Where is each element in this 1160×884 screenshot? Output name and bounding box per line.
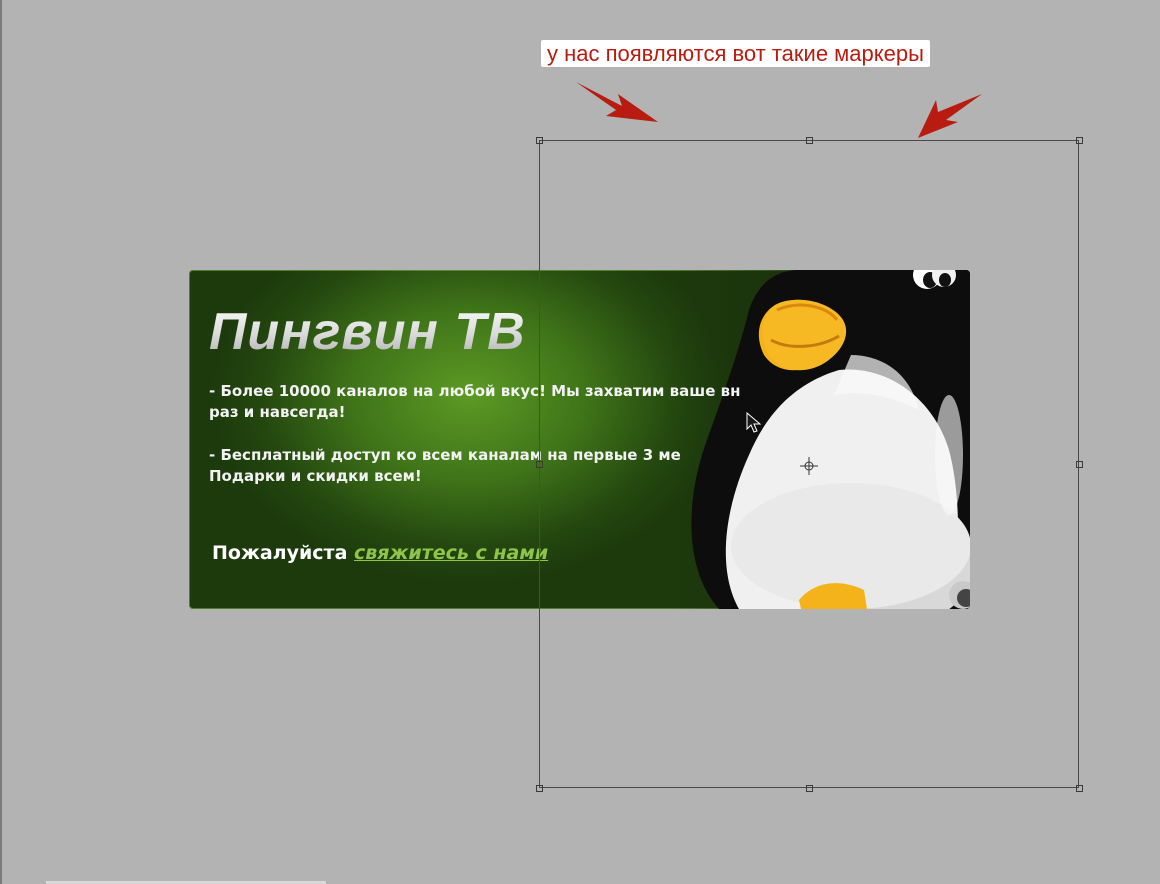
handle-middle-right-icon[interactable] (1076, 461, 1083, 468)
handle-bottom-right-icon[interactable] (1076, 785, 1083, 792)
banner-title: Пингвин ТВ (209, 303, 526, 361)
banner-contact: Пожалуйста свяжитесь с нами (212, 542, 548, 564)
handle-bottom-left-icon[interactable] (536, 785, 543, 792)
pivot-icon[interactable] (800, 457, 818, 475)
banner-image[interactable]: Пингвин ТВ - Более 10000 каналов на любо… (189, 270, 970, 609)
handle-middle-left-icon[interactable] (536, 461, 543, 468)
canvas-left-edge (0, 0, 2, 884)
annotation-caption: у нас появляются вот такие маркеры (541, 40, 930, 67)
banner-line-channels: - Более 10000 каналов на любой вкус! Мы … (209, 382, 741, 421)
handle-top-middle-icon[interactable] (806, 137, 813, 144)
banner-line-free-access: - Бесплатный доступ ко всем каналам на п… (209, 446, 681, 485)
cursor-icon (746, 412, 762, 433)
handle-bottom-middle-icon[interactable] (806, 785, 813, 792)
penguin-icon (691, 270, 970, 609)
arrow-left-icon (576, 82, 658, 122)
handle-top-right-icon[interactable] (1076, 137, 1083, 144)
contact-link[interactable]: свяжитесь с нами (354, 542, 548, 564)
arrow-right-icon (918, 94, 982, 138)
contact-prefix: Пожалуйста (212, 542, 355, 564)
handle-top-left-icon[interactable] (536, 137, 543, 144)
